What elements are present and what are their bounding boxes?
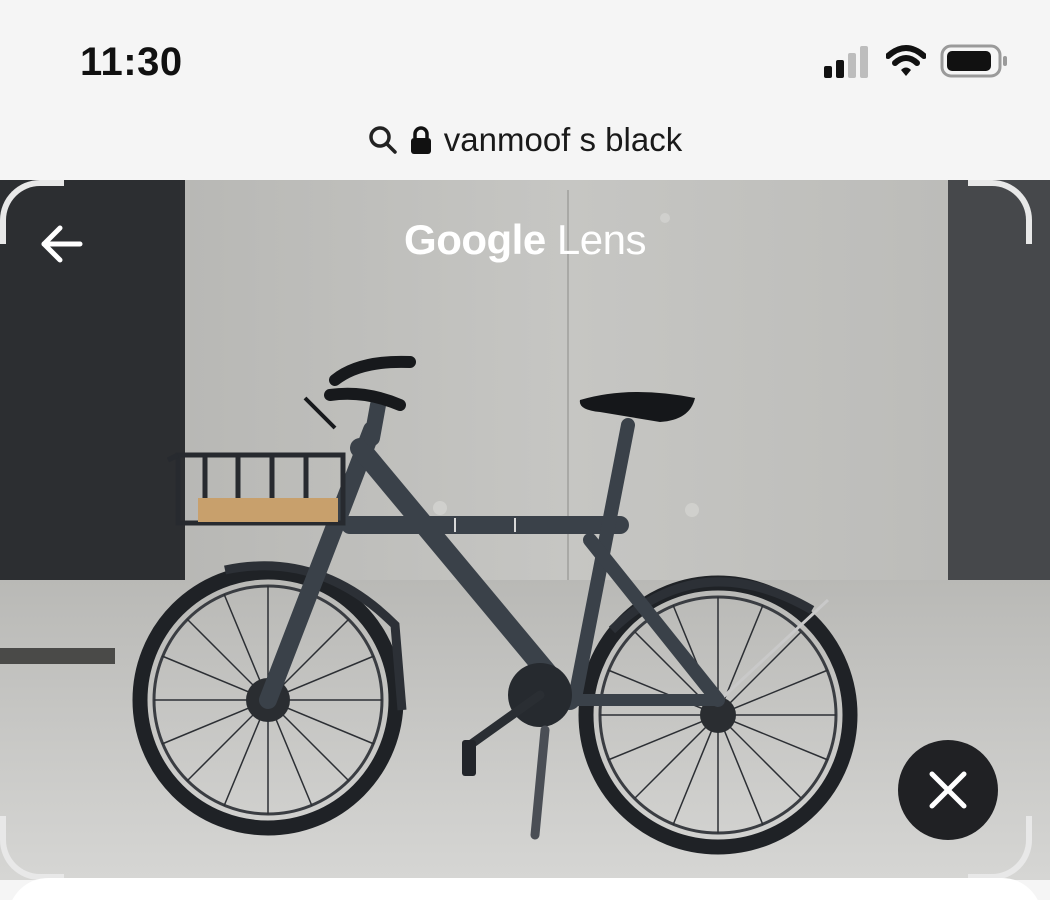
- lens-product: Lens: [556, 216, 647, 263]
- status-bar: 11:30: [0, 0, 1050, 100]
- lens-title: Google Lens: [0, 216, 1050, 264]
- close-icon: [929, 771, 967, 809]
- lens-brand: Google: [404, 216, 546, 263]
- status-icons: [824, 44, 1010, 78]
- search-icon: [369, 126, 397, 154]
- search-query: vanmoof s black: [443, 121, 683, 158]
- wifi-icon: [886, 45, 926, 76]
- results-sheet[interactable]: [8, 878, 1042, 900]
- status-time: 11:30: [80, 40, 183, 84]
- address-bar[interactable]: vanmoof s black: [0, 100, 1050, 180]
- close-button[interactable]: [898, 740, 998, 840]
- lock-icon: [410, 126, 431, 154]
- bike-photo: [0, 180, 1050, 880]
- lens-viewer[interactable]: Google Lens: [0, 180, 1050, 880]
- cellular-signal-icon: [824, 46, 868, 78]
- battery-icon: [940, 44, 1007, 78]
